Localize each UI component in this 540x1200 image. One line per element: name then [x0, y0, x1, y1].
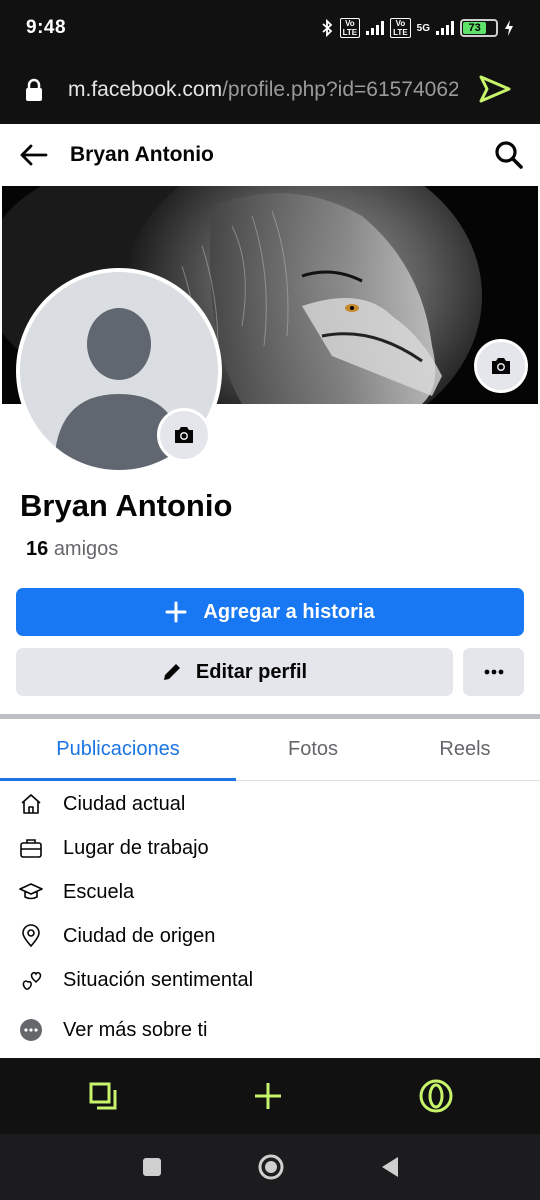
back-triangle-icon[interactable]: [380, 1156, 400, 1178]
search-icon[interactable]: [494, 140, 524, 170]
volte-badge-2: Vo LTE: [390, 18, 411, 38]
list-item-label: Lugar de trabajo: [63, 836, 209, 859]
more-dots-icon: [18, 1017, 44, 1043]
lock-icon: [26, 78, 42, 101]
bluetooth-icon: [322, 19, 332, 37]
tabs-icon[interactable]: [88, 1081, 118, 1111]
location-pin-icon: [18, 923, 44, 949]
list-item-label: Escuela: [63, 880, 135, 903]
new-tab-plus-icon[interactable]: [253, 1081, 283, 1111]
avatar-camera-button[interactable]: [157, 408, 211, 462]
camera-icon: [492, 358, 510, 374]
about-list: Ciudad actual Lugar de trabajo Escuela C…: [0, 782, 540, 1052]
friends-label: amigos: [53, 538, 119, 560]
url-host: m.facebook.com: [68, 78, 223, 101]
page-header: Bryan Antonio: [0, 124, 540, 186]
battery-level: 73: [463, 22, 487, 34]
system-nav-bar: [0, 1134, 540, 1200]
tab-reels[interactable]: Reels: [390, 719, 540, 780]
page-title: Bryan Antonio: [70, 143, 214, 166]
list-item[interactable]: Ciudad actual: [0, 782, 540, 826]
status-bar: 9:48 Vo LTE Vo LTE 5G 73: [0, 0, 540, 56]
tab-publicaciones[interactable]: Publicaciones: [0, 719, 236, 781]
send-icon[interactable]: [478, 74, 512, 104]
add-to-story-label: Agregar a historia: [203, 600, 375, 623]
friends-number: 16: [26, 538, 49, 560]
signal-bars-icon: [366, 21, 385, 35]
cover-camera-button[interactable]: [474, 339, 528, 393]
camera-icon: [175, 427, 193, 443]
list-item[interactable]: Situación sentimental: [0, 958, 540, 1002]
network-type: 5G: [416, 22, 430, 34]
pencil-icon: [163, 664, 180, 680]
charging-icon: [505, 20, 513, 36]
home-icon: [18, 791, 44, 817]
opera-menu-icon[interactable]: [418, 1078, 454, 1114]
list-item-label: Ciudad de origen: [63, 924, 216, 947]
browser-address-bar[interactable]: m.facebook.com/profile.php?id=615740627: [0, 56, 540, 124]
plus-icon: [165, 601, 187, 623]
edit-profile-button[interactable]: Editar perfil: [16, 648, 453, 696]
graduation-cap-icon: [18, 879, 44, 905]
see-more-label: Ver más sobre ti: [63, 1018, 208, 1041]
see-more-about[interactable]: Ver más sobre ti: [0, 1008, 540, 1052]
home-circle-icon[interactable]: [257, 1153, 285, 1181]
back-arrow-icon[interactable]: [18, 143, 48, 167]
briefcase-icon: [18, 835, 44, 861]
status-time: 9:48: [26, 17, 67, 38]
recents-square-icon[interactable]: [142, 1157, 162, 1177]
friends-count[interactable]: 16 amigos: [26, 538, 118, 561]
list-item[interactable]: Ciudad de origen: [0, 914, 540, 958]
more-options-button[interactable]: [463, 648, 524, 696]
add-to-story-button[interactable]: Agregar a historia: [16, 588, 524, 636]
list-item-label: Ciudad actual: [63, 792, 186, 815]
volte-badge: Vo LTE: [339, 18, 361, 38]
list-item-label: Situación sentimental: [63, 968, 254, 991]
url-path: /profile.php?id=615740627: [222, 78, 458, 101]
list-item[interactable]: Escuela: [0, 870, 540, 914]
edit-profile-label: Editar perfil: [195, 660, 308, 683]
tab-fotos[interactable]: Fotos: [236, 719, 390, 780]
browser-toolbar: [0, 1058, 540, 1134]
profile-name: Bryan Antonio: [20, 488, 233, 523]
status-icons: Vo LTE Vo LTE 5G 73: [320, 18, 514, 38]
profile-tabs: Publicaciones Fotos Reels: [0, 719, 540, 781]
list-item[interactable]: Lugar de trabajo: [0, 826, 540, 870]
signal-bars-icon-2: [436, 21, 454, 35]
more-dots-icon: [484, 669, 503, 675]
hearts-icon: [18, 967, 44, 993]
battery-icon: 73: [460, 19, 498, 37]
url-text[interactable]: m.facebook.com/profile.php?id=615740627: [68, 78, 458, 102]
